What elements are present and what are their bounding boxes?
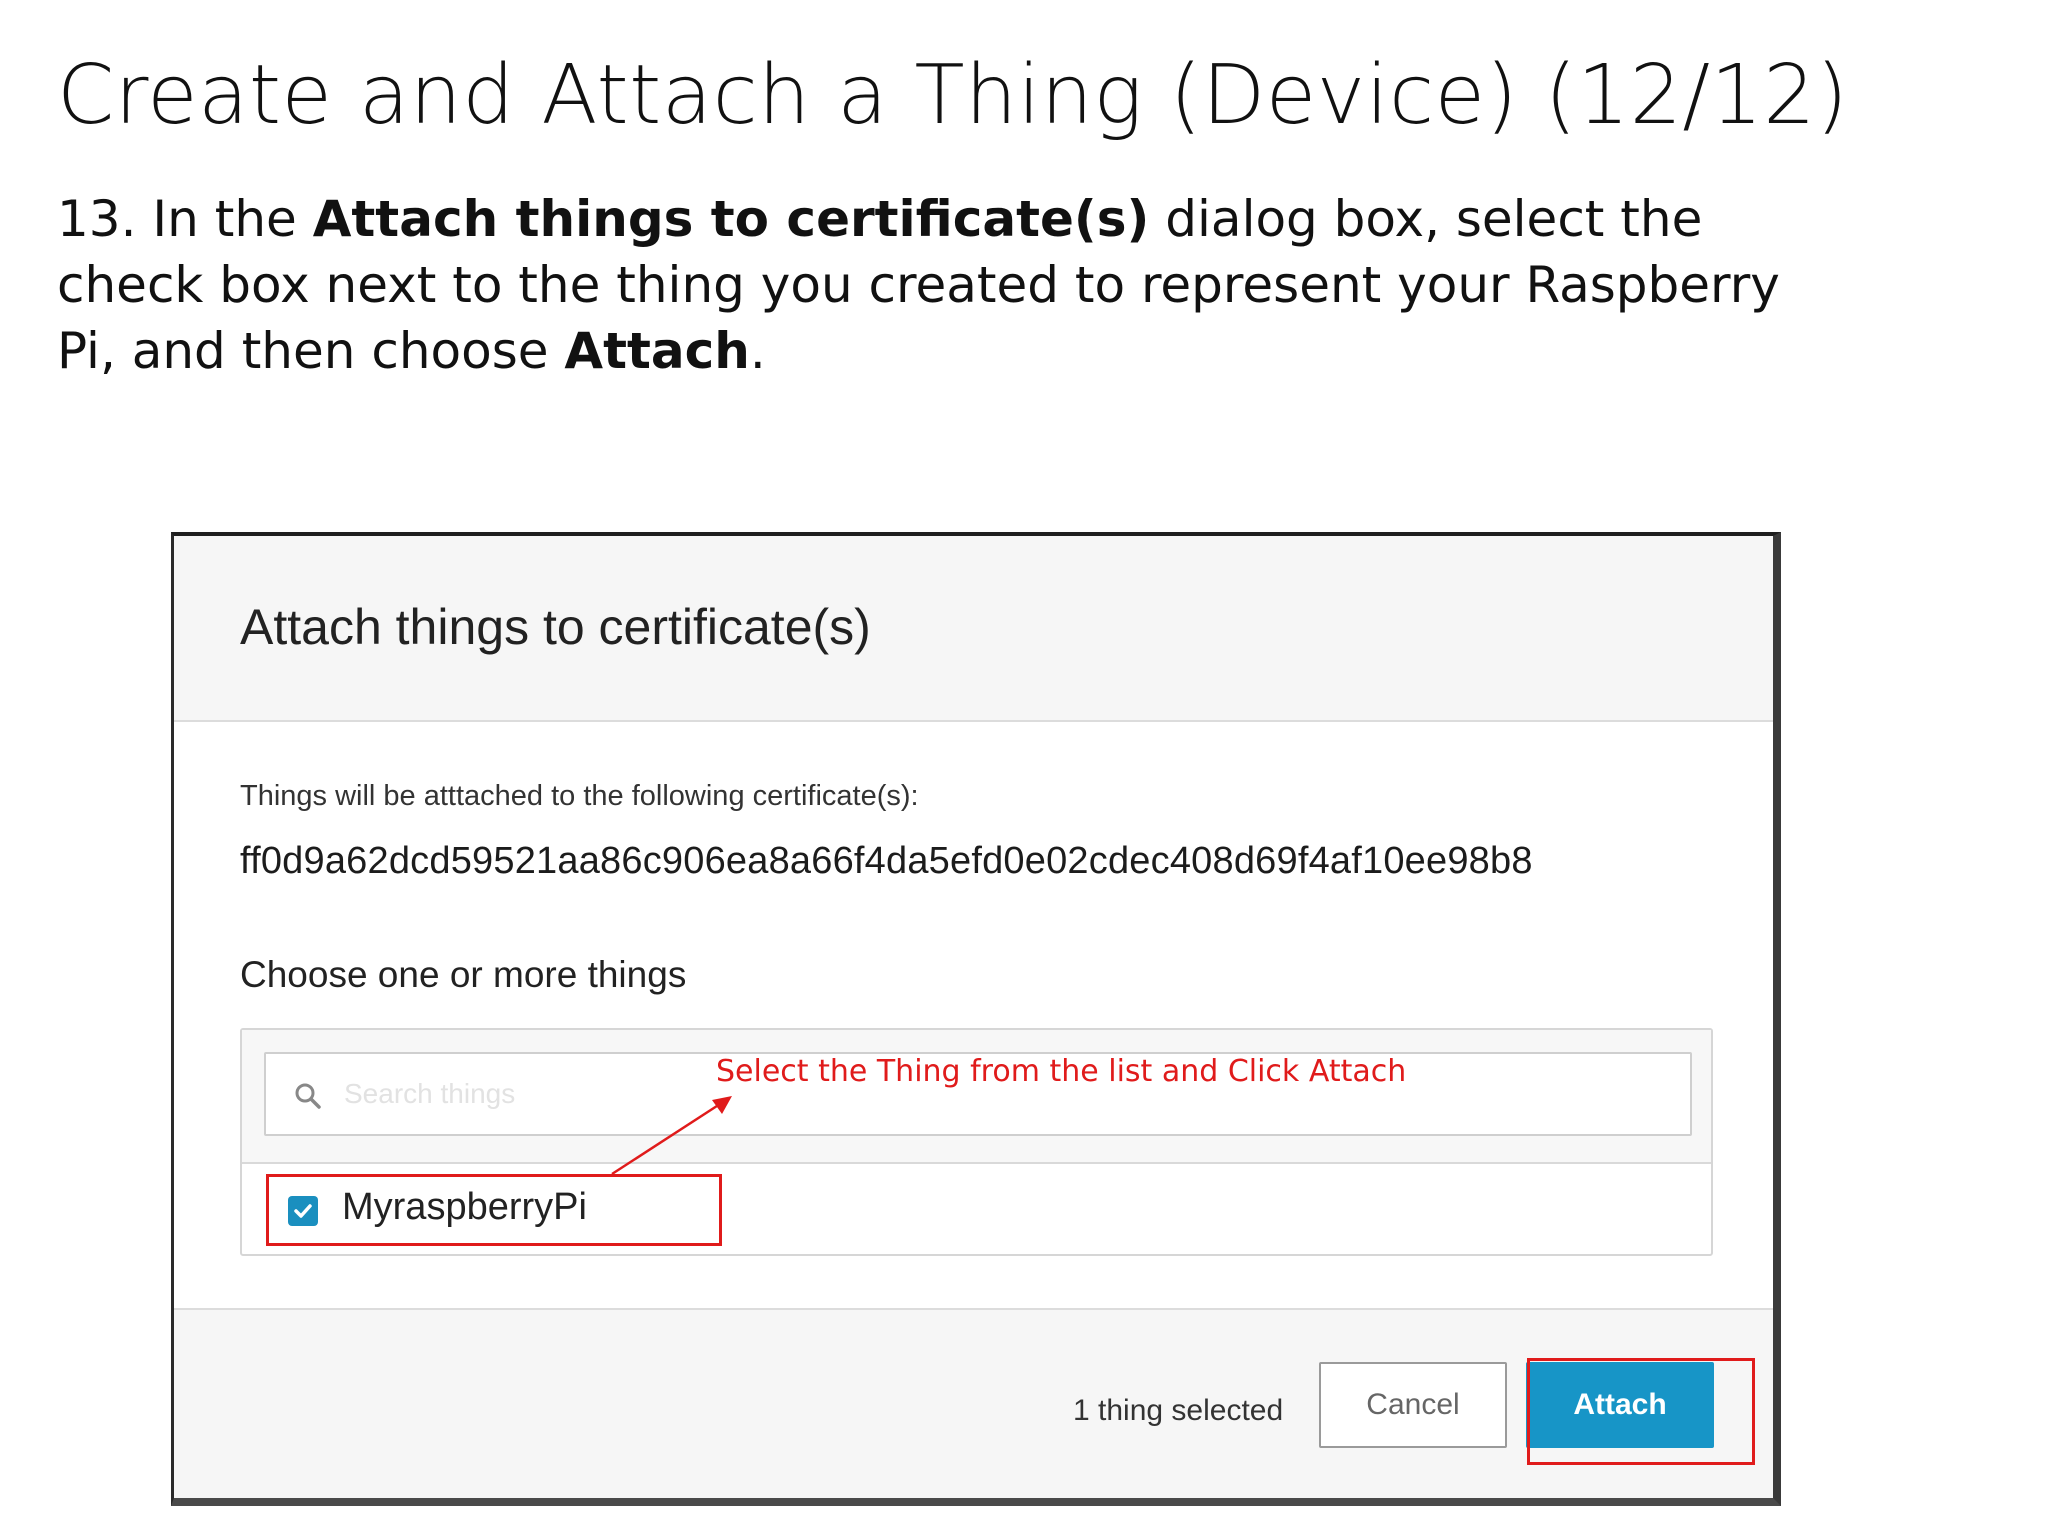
slide-title: Create and Attach a Thing (Device) (12/1… xyxy=(57,48,1849,143)
instruction-text: 13. In the xyxy=(57,190,313,248)
attach-highlight-box xyxy=(1527,1358,1755,1465)
certificate-id: ff0d9a62dcd59521aa86c906ea8a66f4da5efd0e… xyxy=(240,840,1533,882)
dialog-header: Attach things to certificate(s) xyxy=(174,536,1773,722)
instruction-attach-word: Attach xyxy=(564,322,750,380)
thing-highlight-box xyxy=(266,1174,722,1246)
selected-count: 1 thing selected xyxy=(1073,1394,1284,1427)
instruction-dialog-name: Attach things to certificate(s) xyxy=(312,190,1150,248)
dialog-title: Attach things to certificate(s) xyxy=(240,599,871,655)
cancel-button[interactable]: Cancel xyxy=(1319,1362,1507,1448)
annotation-arrow-icon xyxy=(611,1096,732,1176)
certificate-label: Things will be atttached to the followin… xyxy=(240,780,919,812)
search-icon xyxy=(295,1083,321,1109)
search-area xyxy=(242,1030,1711,1164)
annotation-callout: Select the Thing from the list and Click… xyxy=(716,1054,1407,1089)
instruction-text: . xyxy=(749,322,766,380)
slide-instruction: 13. In the Attach things to certificate(… xyxy=(57,186,1797,384)
choose-things-label: Choose one or more things xyxy=(240,954,687,995)
